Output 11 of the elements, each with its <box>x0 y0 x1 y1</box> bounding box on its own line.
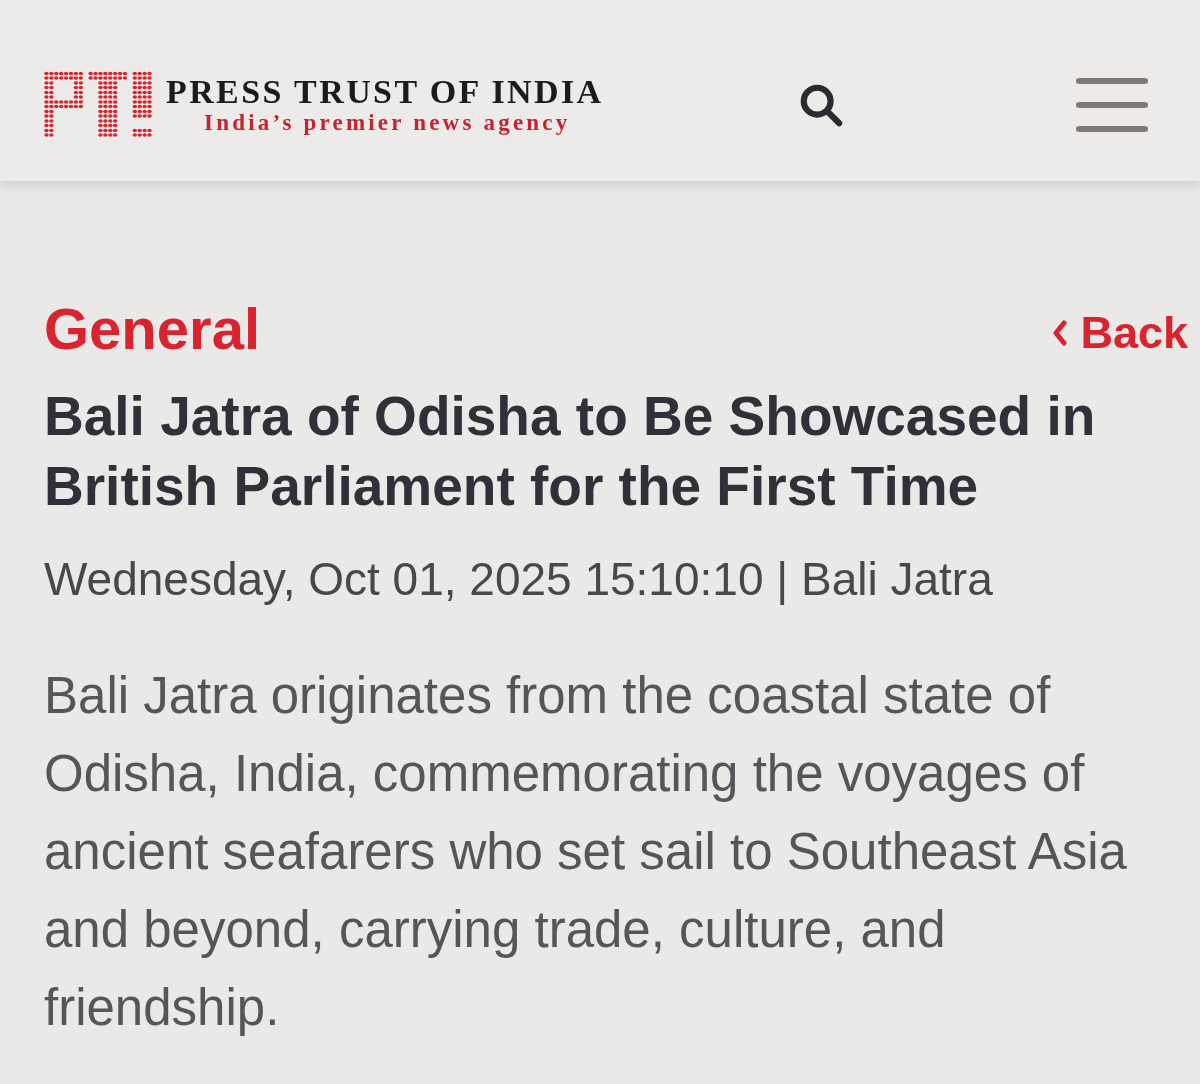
logo-icon <box>44 70 152 139</box>
menu-button[interactable] <box>1076 76 1148 133</box>
menu-icon <box>1076 77 1148 132</box>
article-headline: Bali Jatra of Odisha to Be Showcased in British Parliament for the First Time <box>44 384 1097 519</box>
chevron-left-icon <box>1052 320 1069 346</box>
brand-name: PRESS TRUST OF INDIA <box>166 73 604 110</box>
article-meta: Wednesday, Oct 01, 2025 15:10:10 | Bali Jatra <box>44 552 994 607</box>
article-body: Bali Jatra originates from the coastal state of Odisha, India, commemorating the voyages of ancient seafarers who set sail to Southeast Asia and beyond, carrying trade, culture, and friendship. <box>44 666 1128 1038</box>
category-label: General <box>44 297 260 361</box>
brand-tagline: India’s premier news agency <box>204 109 571 136</box>
back-link[interactable]: Back <box>1052 307 1188 359</box>
